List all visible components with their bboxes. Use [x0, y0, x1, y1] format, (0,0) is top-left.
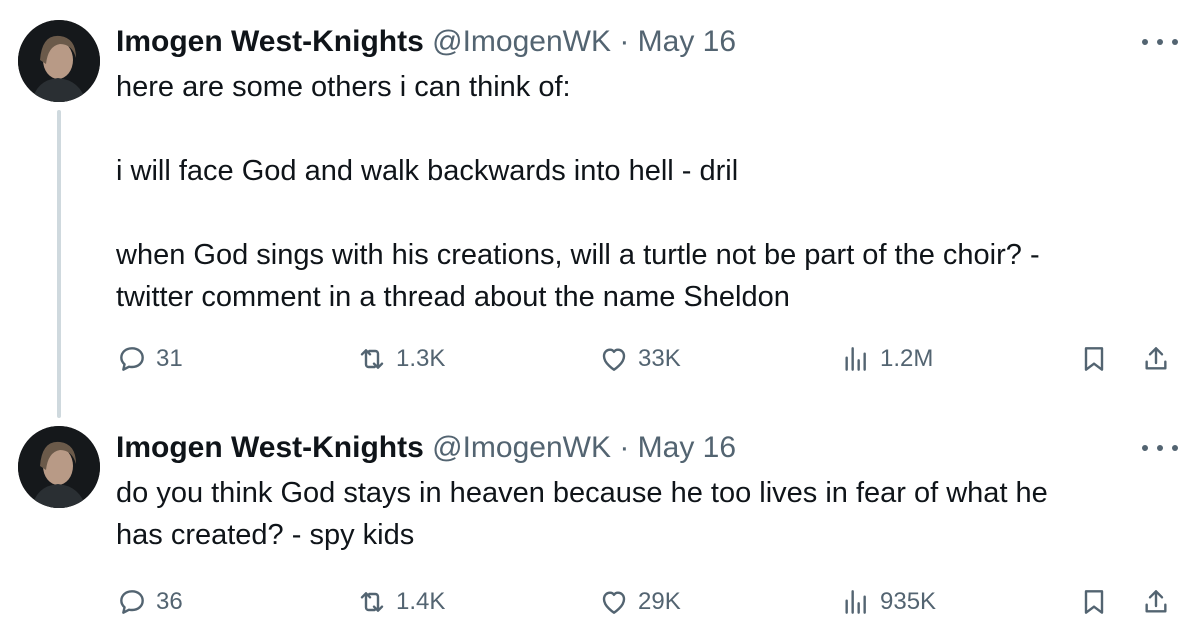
reply-icon	[120, 347, 144, 371]
more-icon[interactable]	[1142, 32, 1178, 52]
tweet-text: do you think God stays in heaven because…	[116, 472, 1176, 556]
repost-icon	[360, 592, 384, 612]
tweet-text: here are some others i can think of: i w…	[116, 66, 1176, 318]
reply-button[interactable]: 31	[116, 339, 183, 379]
author-name[interactable]: Imogen West-Knights	[116, 25, 424, 58]
avatar[interactable]	[18, 20, 100, 102]
more-icon[interactable]	[1142, 438, 1178, 458]
like-count: 29K	[638, 588, 681, 615]
bookmark-button[interactable]	[1078, 339, 1110, 379]
views-button[interactable]: 1.2M	[840, 339, 933, 379]
share-button[interactable]	[1140, 339, 1172, 379]
views-count: 1.2M	[880, 345, 934, 372]
reply-count: 36	[156, 588, 183, 615]
repost-count: 1.3K	[396, 345, 446, 372]
repost-icon	[360, 349, 384, 369]
tweet-header: Imogen West-Knights @ImogenWK · May 16	[116, 430, 736, 466]
tweet-text-line: twitter comment in a thread about the na…	[116, 281, 790, 313]
tweet-text-line: do you think God stays in heaven because…	[116, 477, 1048, 509]
reply-count: 31	[156, 345, 183, 372]
author-handle[interactable]: @ImogenWK	[432, 431, 611, 464]
tweet-text-line: i will face God and walk backwards into …	[116, 155, 739, 187]
bookmark-button[interactable]	[1078, 582, 1110, 622]
share-icon	[1145, 590, 1167, 613]
tweet-date[interactable]: May 16	[638, 431, 736, 464]
separator-dot: ·	[619, 25, 630, 58]
share-icon	[1145, 347, 1167, 370]
views-icon	[845, 347, 866, 371]
tweet-text-line: has created? - spy kids	[116, 519, 415, 551]
separator-dot: ·	[619, 431, 630, 464]
tweet-actions: 36 1.4K 29K 935K	[0, 582, 1200, 622]
heart-icon	[602, 348, 626, 371]
repost-button[interactable]: 1.3K	[356, 339, 445, 379]
views-count: 935K	[880, 588, 937, 615]
share-button[interactable]	[1140, 582, 1172, 622]
views-button[interactable]: 935K	[840, 582, 936, 622]
author-handle[interactable]: @ImogenWK	[432, 25, 611, 58]
bookmark-icon	[1084, 347, 1104, 371]
heart-icon	[602, 591, 626, 614]
like-button[interactable]: 29K	[598, 582, 681, 622]
like-button[interactable]: 33K	[598, 339, 681, 379]
bookmark-icon	[1084, 590, 1104, 614]
reply-icon	[120, 590, 144, 614]
tweet-text-line: when God sings with his creations, will …	[116, 239, 1040, 271]
reply-button[interactable]: 36	[116, 582, 183, 622]
tweet-text-line: here are some others i can think of:	[116, 71, 571, 103]
repost-button[interactable]: 1.4K	[356, 582, 445, 622]
like-count: 33K	[638, 345, 681, 372]
tweet-date[interactable]: May 16	[638, 25, 736, 58]
tweet-actions: 31 1.3K 33K 1.2M	[0, 339, 1200, 379]
repost-count: 1.4K	[396, 588, 446, 615]
tweet-header: Imogen West-Knights @ImogenWK · May 16	[116, 24, 736, 60]
avatar[interactable]	[18, 426, 100, 508]
author-name[interactable]: Imogen West-Knights	[116, 431, 424, 464]
views-icon	[845, 590, 866, 614]
